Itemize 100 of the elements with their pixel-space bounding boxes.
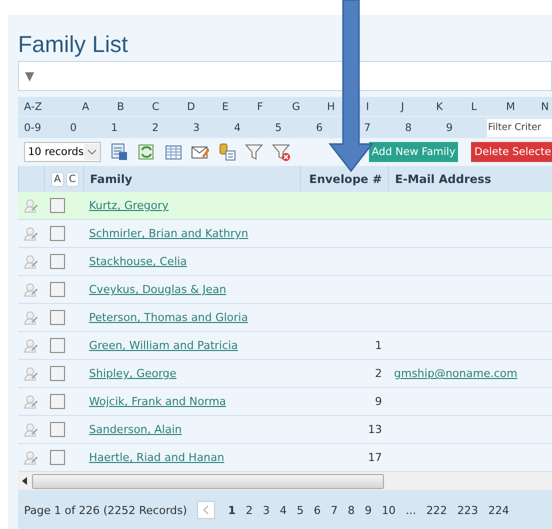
- family-link[interactable]: Stackhouse, Celia: [89, 255, 187, 268]
- funnel-clear-icon[interactable]: [272, 143, 290, 161]
- page-summary: Page 1 of 226 (2252 Records): [24, 504, 188, 516]
- caret-icon: [84, 144, 100, 160]
- letter-filter-link[interactable]: F: [257, 100, 264, 112]
- letter-filter-link[interactable]: B: [117, 100, 124, 112]
- letter-filter-link[interactable]: A-Z: [24, 100, 42, 112]
- row-checkbox[interactable]: [50, 310, 65, 325]
- family-link[interactable]: Kurtz, Gregory: [89, 199, 169, 212]
- page-link[interactable]: 222: [421, 504, 452, 516]
- document-icon[interactable]: [218, 143, 236, 161]
- family-link[interactable]: Peterson, Thomas and Gloria: [89, 311, 248, 324]
- row-checkbox[interactable]: [50, 422, 65, 437]
- letter-filter-link[interactable]: C: [152, 100, 160, 112]
- letter-filter-link[interactable]: I: [366, 100, 370, 112]
- envelope-number: 9: [375, 395, 382, 408]
- family-link[interactable]: Haertle, Riad and Hanan: [89, 451, 224, 464]
- edit-person-icon[interactable]: [24, 254, 38, 270]
- funnel-icon[interactable]: [244, 143, 263, 161]
- edit-person-icon[interactable]: [24, 310, 38, 326]
- edit-person-icon[interactable]: [24, 226, 38, 242]
- page-link[interactable]: 10: [376, 504, 401, 516]
- horizontal-scrollbar[interactable]: [18, 472, 552, 490]
- scrollbar-thumb[interactable]: [32, 474, 384, 488]
- spreadsheet-icon[interactable]: [110, 143, 128, 161]
- digit-filter-link[interactable]: 3: [193, 122, 200, 134]
- delete-button[interactable]: Delete Selecte: [471, 142, 552, 162]
- email-link[interactable]: gmship@noname.com: [394, 367, 518, 380]
- envelope-number: 2: [375, 367, 382, 380]
- row-checkbox[interactable]: [50, 254, 65, 269]
- sort-toggle[interactable]: C: [66, 172, 79, 186]
- letter-filter-link[interactable]: K: [436, 100, 443, 112]
- page-link[interactable]: 4: [274, 504, 292, 516]
- page-link[interactable]: ...: [400, 504, 422, 516]
- row-checkbox[interactable]: [50, 366, 65, 381]
- digit-filter-link[interactable]: 8: [405, 122, 412, 134]
- page-link[interactable]: 5: [292, 504, 309, 516]
- edit-person-icon[interactable]: [24, 198, 38, 214]
- edit-person-icon[interactable]: [24, 394, 38, 410]
- letter-filter-link[interactable]: G: [292, 100, 300, 112]
- family-link[interactable]: Schmirler, Brian and Kathryn: [89, 227, 248, 240]
- digit-filter-link[interactable]: 0-9: [24, 122, 42, 134]
- letter-filter-link[interactable]: H: [327, 100, 335, 112]
- row-checkbox[interactable]: [50, 226, 65, 241]
- digit-filter-link[interactable]: 9: [446, 122, 453, 134]
- digit-filter-link[interactable]: 5: [275, 122, 282, 134]
- page-link[interactable]: 9: [360, 504, 377, 516]
- page-link[interactable]: 223: [452, 504, 484, 516]
- family-link[interactable]: Cveykus, Douglas & Jean: [89, 283, 226, 296]
- edit-person-icon[interactable]: [24, 450, 38, 466]
- page-link[interactable]: 8: [342, 504, 360, 516]
- previous-page-button[interactable]: [197, 501, 216, 519]
- family-link[interactable]: Shipley, George: [89, 367, 176, 380]
- table-row[interactable]: Kurtz, Gregory: [18, 192, 552, 220]
- letter-filter-link[interactable]: M: [506, 100, 516, 112]
- edit-person-icon[interactable]: [24, 366, 38, 382]
- chevron-left-icon: [202, 505, 210, 515]
- envelope-number: 17: [368, 451, 382, 464]
- letter-filter-link[interactable]: J: [401, 100, 404, 112]
- row-checkbox[interactable]: [50, 450, 65, 465]
- envelope-number: 1: [375, 339, 382, 352]
- page-size-select[interactable]: 10 records: [24, 142, 101, 162]
- refresh-icon[interactable]: [136, 143, 155, 161]
- edit-person-icon[interactable]: [24, 422, 38, 438]
- page-link[interactable]: 224: [483, 504, 514, 516]
- envelope-number: 13: [368, 423, 382, 436]
- digit-filter-link[interactable]: 1: [111, 122, 118, 134]
- digit-filter-link[interactable]: 0: [70, 122, 77, 134]
- letter-filter-link[interactable]: N: [541, 100, 549, 112]
- digit-filter-link[interactable]: 6: [316, 122, 323, 134]
- page-link[interactable]: 3: [258, 504, 275, 516]
- table-icon[interactable]: [164, 143, 182, 161]
- row-checkbox[interactable]: [50, 394, 65, 409]
- column-header[interactable]: Family: [83, 166, 300, 192]
- digit-filter-link[interactable]: 7: [364, 122, 371, 134]
- row-checkbox[interactable]: [50, 338, 65, 353]
- page-link[interactable]: 1: [223, 504, 241, 516]
- scroll-left-icon[interactable]: [22, 477, 28, 485]
- letter-filter-link[interactable]: D: [187, 100, 196, 112]
- row-checkbox[interactable]: [50, 282, 65, 297]
- page-link[interactable]: 7: [326, 504, 343, 516]
- filter-toggle[interactable]: ▼: [25, 69, 34, 83]
- edit-person-icon[interactable]: [24, 282, 38, 298]
- page-title: Family List: [18, 30, 129, 59]
- column-header[interactable]: Envelope #: [300, 166, 388, 192]
- page-link[interactable]: 6: [308, 504, 326, 516]
- letter-filter-link[interactable]: L: [471, 100, 477, 112]
- edit-person-icon[interactable]: [24, 338, 38, 354]
- family-link[interactable]: Wojcik, Frank and Norma: [89, 395, 226, 408]
- family-link[interactable]: Green, William and Patricia: [89, 339, 238, 352]
- row-checkbox[interactable]: [50, 198, 65, 213]
- page-link[interactable]: 2: [240, 504, 258, 516]
- digit-filter-link[interactable]: 2: [152, 122, 159, 134]
- filter-criteria-field[interactable]: Filter Criter: [487, 118, 552, 136]
- digit-filter-link[interactable]: 4: [234, 122, 241, 134]
- sort-toggle[interactable]: A: [51, 172, 64, 186]
- letter-filter-link[interactable]: A: [82, 100, 90, 112]
- column-header[interactable]: E-Mail Address: [388, 166, 552, 192]
- family-link[interactable]: Sanderson, Alain: [89, 423, 182, 436]
- letter-filter-link[interactable]: E: [222, 100, 229, 112]
